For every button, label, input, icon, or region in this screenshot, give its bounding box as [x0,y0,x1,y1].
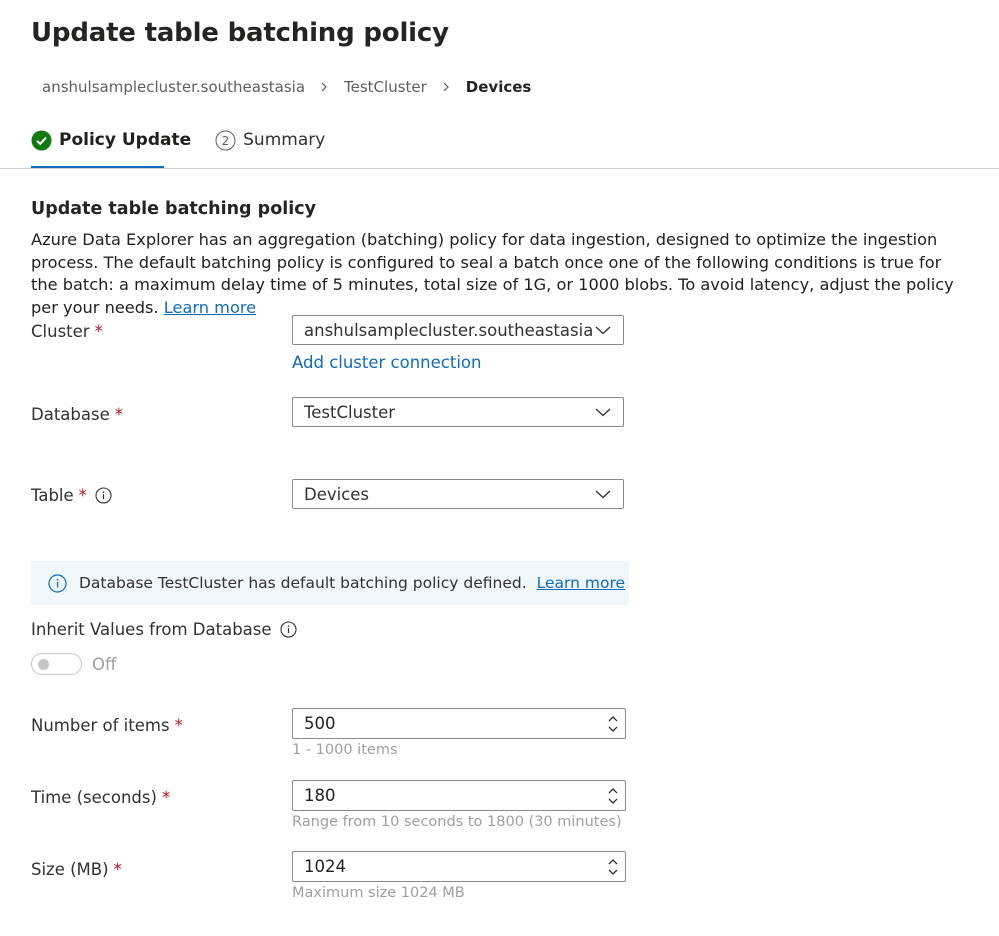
step-number-icon: 2 [215,130,236,151]
inherit-label-text: Inherit Values from Database [31,620,272,639]
time-hint: Range from 10 seconds to 1800 (30 minute… [292,814,622,830]
inherit-label: Inherit Values from Database [31,620,297,639]
check-circle-icon [31,130,52,151]
table-label: Table * [31,486,112,505]
time-label-text: Time (seconds) [31,788,157,807]
chevron-right-icon [317,80,331,94]
size-value: 1024 [304,857,346,876]
cluster-label-text: Cluster [31,322,90,341]
size-hint: Maximum size 1024 MB [292,885,465,901]
spin-arrows-icon [608,715,618,732]
database-label: Database * [31,405,123,424]
items-hint: 1 - 1000 items [292,742,398,758]
tab-label: Policy Update [59,130,192,150]
time-label: Time (seconds) * [31,788,170,807]
database-dropdown[interactable]: TestCluster [292,397,624,427]
info-learn-more-link[interactable]: Learn more [537,574,625,592]
page-title: Update table batching policy [31,18,449,48]
time-spin-input[interactable]: 180 [292,780,626,811]
required-mark: * [174,716,183,735]
items-value: 500 [304,714,336,733]
chevron-right-icon [439,80,453,94]
spin-arrows-icon [608,787,618,804]
cluster-dropdown-value: anshulsamplecluster.southeastasia [304,320,594,340]
required-mark: * [161,788,171,807]
spin-arrows-icon [608,858,618,875]
required-mark: * [94,322,103,341]
chevron-down-icon [594,403,612,422]
info-icon [48,573,67,593]
learn-more-link[interactable]: Learn more [164,298,256,317]
items-spin-input[interactable]: 500 [292,708,626,739]
required-mark: * [78,486,87,505]
info-message-text: Database TestCluster has default batchin… [79,574,527,592]
tab-policy-update[interactable]: Policy Update [31,126,191,154]
divider [0,168,999,169]
breadcrumb-item-cluster[interactable]: anshulsamplecluster.southeastasia [42,78,305,96]
breadcrumb-item-table: Devices [465,78,532,96]
chevron-down-icon [594,485,612,504]
section-title: Update table batching policy [31,199,316,219]
required-mark: * [113,860,122,879]
inherit-toggle-row: Off [31,653,116,675]
spin-arrows[interactable] [607,781,619,810]
info-icon[interactable] [95,487,112,504]
spin-arrows[interactable] [607,709,619,738]
section-description: Azure Data Explorer has an aggregation (… [31,229,971,319]
table-dropdown-value: Devices [304,484,370,504]
size-label-text: Size (MB) [31,860,109,879]
breadcrumb: anshulsamplecluster.southeastasia TestCl… [42,78,531,96]
table-label-text: Table [31,486,74,505]
add-cluster-connection-link[interactable]: Add cluster connection [292,353,481,372]
size-spin-input[interactable]: 1024 [292,851,626,882]
toggle-state-text: Off [92,654,117,674]
time-value: 180 [304,786,336,805]
inherit-toggle[interactable] [31,653,82,675]
cluster-label: Cluster * [31,322,103,341]
toggle-knob [38,659,49,670]
info-icon[interactable] [279,621,297,638]
table-dropdown[interactable]: Devices [292,479,624,509]
tab-summary[interactable]: 2 Summary [215,126,325,154]
database-label-text: Database [31,405,110,424]
spin-arrows[interactable] [607,852,619,881]
wizard-tabs: Policy Update 2 Summary [31,126,325,154]
tab-label: Summary [243,130,326,150]
breadcrumb-item-database[interactable]: TestCluster [344,78,427,96]
svg-text:2: 2 [222,134,230,148]
required-mark: * [114,405,123,424]
size-label: Size (MB) * [31,860,122,879]
cluster-dropdown[interactable]: anshulsamplecluster.southeastasia [292,315,624,345]
info-message-bar: Database TestCluster has default batchin… [31,561,629,605]
items-label: Number of items * [31,716,183,735]
chevron-down-icon [594,321,612,340]
items-label-text: Number of items [31,716,170,735]
database-dropdown-value: TestCluster [304,402,396,422]
